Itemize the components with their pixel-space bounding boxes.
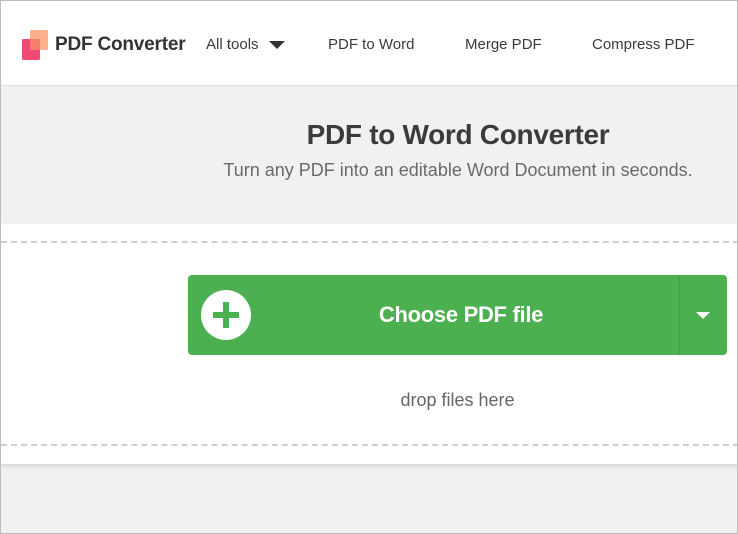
- app-window: PDF Converter All tools PDF to Word Merg…: [0, 0, 738, 534]
- nav-all-tools[interactable]: All tools: [206, 36, 285, 53]
- nav-pdf-to-word[interactable]: PDF to Word: [328, 36, 414, 53]
- dropzone-bottom-border: [1, 444, 737, 446]
- nav-compress-pdf[interactable]: Compress PDF: [592, 36, 695, 53]
- brand-name[interactable]: PDF Converter: [55, 34, 186, 56]
- choose-pdf-file-label: Choose PDF file: [378, 302, 544, 327]
- nav-all-tools-label: All tools: [206, 36, 259, 53]
- caret-down-icon: [268, 40, 285, 49]
- page-subtitle: Turn any PDF into an editable Word Docum…: [223, 160, 693, 180]
- logo-icon[interactable]: [22, 30, 48, 60]
- top-navbar: PDF Converter All tools PDF to Word Merg…: [1, 1, 737, 86]
- drop-files-hint: drop files here: [400, 390, 515, 410]
- caret-down-icon: [696, 312, 710, 319]
- dropzone-top-border: [1, 241, 737, 243]
- page-title: PDF to Word Converter: [306, 119, 610, 150]
- choose-pdf-file-button[interactable]: Choose PDF file: [188, 275, 727, 355]
- upload-source-dropdown[interactable]: [680, 275, 727, 355]
- nav-merge-pdf[interactable]: Merge PDF: [465, 36, 542, 53]
